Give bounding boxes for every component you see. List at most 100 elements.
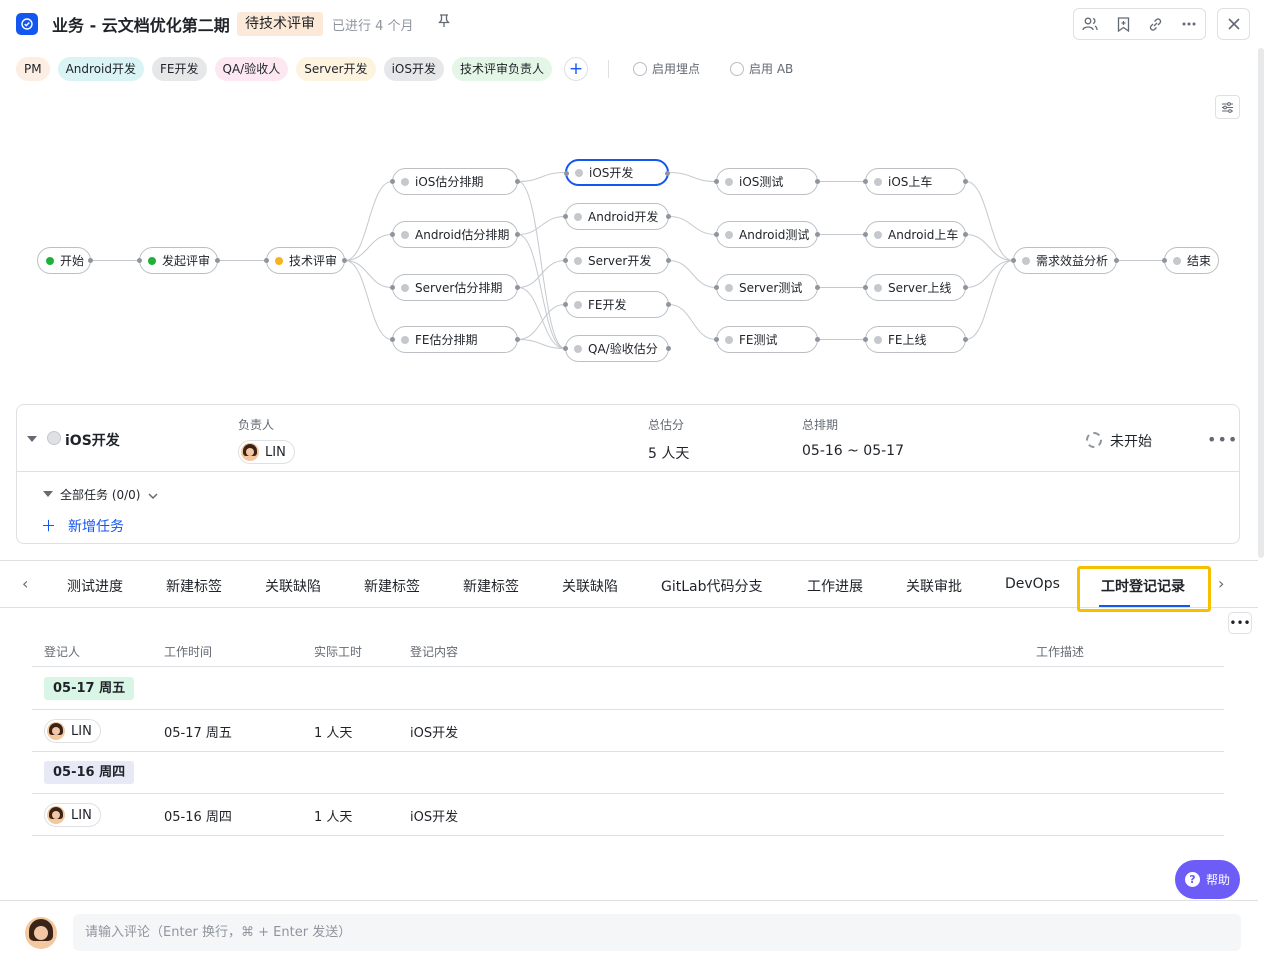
ab-label: 启用 AB	[749, 62, 794, 76]
node-label: Server估分排期	[415, 281, 503, 295]
person-chip[interactable]: LIN	[44, 719, 101, 743]
work-time-cell: 05-16 周四	[164, 810, 232, 825]
tab-item[interactable]: 测试进度	[67, 576, 123, 596]
close-icon[interactable]	[1217, 8, 1250, 40]
flow-node-server-release[interactable]: Server上线	[863, 274, 968, 301]
tab-item[interactable]: GitLab代码分支	[661, 576, 763, 596]
help-button[interactable]: ? 帮助	[1175, 860, 1240, 899]
person-chip[interactable]: LIN	[44, 803, 101, 827]
tab-bar: ‹ 测试进度 新建标签 关联缺陷 新建标签 新建标签 关联缺陷 GitLab代码分支 工作进展…	[0, 560, 1258, 612]
chevron-down-icon[interactable]	[148, 489, 158, 504]
members-icon[interactable]	[1074, 9, 1107, 39]
flow-node-android-dev[interactable]: Android开发	[563, 203, 671, 230]
scrollbar-thumb[interactable]	[1258, 48, 1264, 558]
role-tag[interactable]: Android开发	[57, 56, 144, 81]
subtask-filter[interactable]: 全部任务 (0/0)	[60, 486, 141, 503]
role-tag[interactable]: PM	[16, 56, 50, 81]
flow-node-ios-release[interactable]: iOS上车	[863, 168, 968, 195]
schedule-value[interactable]: 05-16 ~ 05-17	[802, 443, 904, 459]
add-role-button[interactable]: +	[563, 56, 588, 81]
connector-port	[963, 337, 968, 342]
edge-server_est-qa_est	[517, 287, 566, 349]
flow-node-tech-review[interactable]: 技术评审	[264, 247, 347, 274]
edge-fe_dev-fe_test	[668, 304, 717, 340]
task-status[interactable]: 未开始	[1110, 431, 1152, 451]
connector-port	[563, 302, 568, 307]
flow-node-ios-est[interactable]: iOS估分排期	[390, 168, 520, 195]
flow-node-ios-dev[interactable]: iOS开发	[564, 159, 670, 186]
flow-node-fe-test[interactable]: FE测试	[714, 326, 820, 353]
tab-item[interactable]: 关联缺陷	[265, 576, 321, 596]
flow-node-ios-test[interactable]: iOS测试	[714, 168, 820, 195]
tracking-toggle[interactable]: 启用埋点	[632, 60, 700, 77]
node-label: Android估分排期	[415, 228, 510, 242]
ab-toggle[interactable]: 启用 AB	[730, 60, 793, 77]
role-tag[interactable]: FE开发	[152, 56, 207, 81]
collapse-caret-icon[interactable]	[27, 436, 37, 442]
node-status-dot	[401, 230, 409, 239]
bookmark-icon[interactable]	[1107, 9, 1140, 39]
connector-port	[714, 337, 719, 342]
col-work-time: 工作时间	[164, 645, 213, 659]
flow-node-end[interactable]: 结束	[1162, 247, 1219, 274]
flow-node-fe-dev[interactable]: FE开发	[563, 291, 671, 318]
role-tag[interactable]: Server开发	[296, 56, 376, 81]
edge-ios_est-qa_est	[517, 181, 566, 349]
task-more-icon[interactable]: •••	[1207, 430, 1238, 449]
table-more-icon[interactable]: •••	[1228, 612, 1252, 634]
connector-port	[963, 285, 968, 290]
tab-item[interactable]: 新建标签	[166, 576, 222, 596]
tab-item[interactable]: 新建标签	[364, 576, 420, 596]
subtask-caret-icon[interactable]	[43, 491, 53, 497]
flow-node-server-dev[interactable]: Server开发	[563, 247, 671, 274]
node-status-dot	[725, 230, 733, 239]
avatar	[47, 722, 65, 740]
link-icon[interactable]	[1140, 9, 1173, 39]
chevron-right-icon[interactable]: ›	[1218, 574, 1224, 593]
connector-port	[563, 214, 568, 219]
task-name: iOS开发	[65, 433, 120, 449]
flow-node-benefit[interactable]: 需求效益分析	[1011, 247, 1119, 274]
add-task-button[interactable]: ＋ 新增任务	[41, 515, 124, 536]
node-label: QA/验收估分	[588, 342, 658, 356]
header: 业务 - 云文档优化第二期 待技术评审 已进行 4 个月	[0, 0, 1273, 48]
role-tag[interactable]: QA/验收人	[214, 56, 289, 81]
flow-node-server-est[interactable]: Server估分排期	[390, 274, 520, 301]
flow-node-review-start[interactable]: 发起评审	[137, 247, 220, 274]
flow-node-start[interactable]: 开始	[37, 247, 93, 274]
connector-port	[714, 285, 719, 290]
flow-node-android-test[interactable]: Android测试	[714, 221, 820, 248]
tracking-label: 启用埋点	[651, 62, 700, 76]
help-icon: ?	[1184, 872, 1200, 887]
owner-chip[interactable]: LIN	[238, 440, 295, 464]
role-tag[interactable]: 技术评审负责人	[451, 56, 552, 81]
flow-node-qa-est[interactable]: QA/验收估分	[563, 335, 671, 362]
date-group-badge: 05-16 周四	[44, 761, 135, 784]
flow-node-fe-release[interactable]: FE上线	[863, 326, 968, 353]
node-status-dot	[575, 168, 583, 177]
actual-hours-cell: 1 人天	[314, 726, 353, 741]
more-icon[interactable]	[1172, 9, 1205, 39]
node-label: Android上车	[888, 228, 959, 242]
node-label: FE测试	[739, 333, 778, 347]
node-status-dot	[574, 212, 582, 221]
tab-item[interactable]: 新建标签	[463, 576, 519, 596]
flow-node-android-est[interactable]: Android估分排期	[390, 221, 520, 248]
flow-node-android-release[interactable]: Android上车	[863, 221, 968, 248]
estimate-value[interactable]: 5 人天	[648, 443, 689, 463]
tab-item[interactable]: 关联审批	[906, 576, 962, 596]
tab-item[interactable]: DevOps	[1005, 576, 1060, 592]
status-badge[interactable]: 待技术评审	[237, 12, 323, 36]
flow-node-server-test[interactable]: Server测试	[714, 274, 820, 301]
flow-node-fe-est[interactable]: FE估分排期	[390, 326, 520, 353]
comment-input[interactable]	[73, 914, 1241, 951]
node-status-dot	[401, 177, 409, 186]
scrollbar[interactable]	[1258, 48, 1264, 960]
tab-item[interactable]: 关联缺陷	[562, 576, 618, 596]
pin-icon[interactable]	[438, 14, 450, 32]
chevron-left-icon[interactable]: ‹	[22, 574, 28, 593]
role-tag[interactable]: iOS开发	[383, 56, 444, 81]
edge-tech_review-android_est	[344, 234, 393, 261]
tab-item[interactable]: 工作进展	[807, 576, 863, 596]
flow-settings-icon[interactable]	[1215, 95, 1240, 119]
